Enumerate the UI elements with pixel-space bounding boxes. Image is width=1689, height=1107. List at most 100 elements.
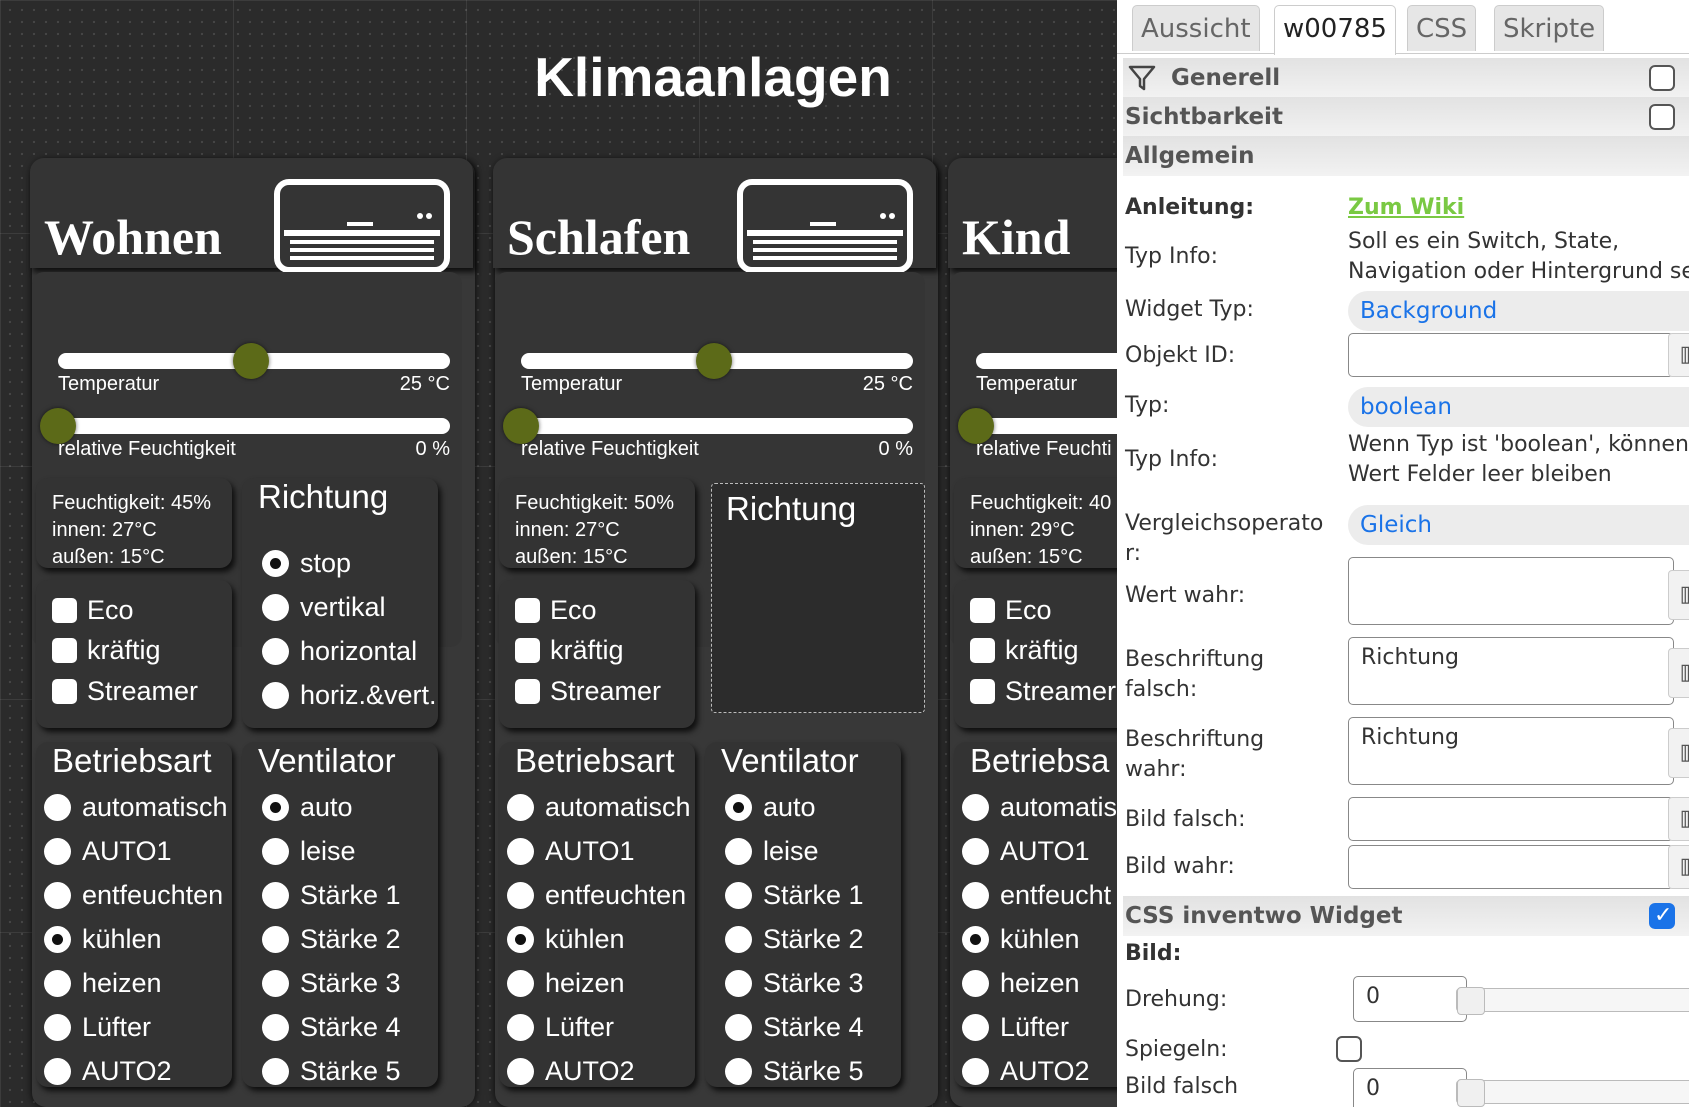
direction-option[interactable]: vertikal: [262, 590, 386, 624]
temperature-slider[interactable]: [976, 353, 1117, 369]
mode-option[interactable]: automatisch: [507, 790, 691, 824]
mode-option[interactable]: heizen: [507, 966, 625, 1000]
wert-wahr-input[interactable]: [1348, 557, 1674, 625]
mode-option[interactable]: entfeuchten: [507, 878, 686, 912]
beschr-wahr-input[interactable]: Richtung: [1348, 717, 1674, 785]
typ-select[interactable]: boolean: [1348, 387, 1689, 427]
mode-option[interactable]: automatis: [962, 790, 1117, 824]
climate-info: Feuchtigkeit: 50% innen: 27°C außen: 15°…: [515, 490, 674, 571]
group-sichtbarkeit-checkbox[interactable]: [1649, 104, 1675, 130]
eco-checkbox[interactable]: Eco: [49, 593, 134, 627]
wiki-link[interactable]: Zum Wiki: [1348, 193, 1464, 223]
tab-aussicht[interactable]: Aussicht: [1132, 5, 1260, 51]
mode-option[interactable]: AUTO1: [962, 834, 1090, 868]
streamer-checkbox[interactable]: Streamer: [967, 674, 1116, 708]
fan-option[interactable]: Stärke 1: [262, 878, 401, 912]
mode-option[interactable]: automatisch: [44, 790, 228, 824]
fan-option[interactable]: Stärke 4: [725, 1010, 864, 1044]
filter-icon[interactable]: [1127, 63, 1157, 93]
humidity-slider[interactable]: [503, 408, 913, 444]
fan-option[interactable]: Stärke 2: [725, 922, 864, 956]
beschr-falsch-label-2: falsch:: [1125, 677, 1198, 702]
fan-option[interactable]: leise: [725, 834, 819, 868]
object-id-browse-button[interactable]: ▥: [1668, 333, 1689, 377]
temperature-slider[interactable]: [521, 343, 913, 379]
eco-checkbox[interactable]: Eco: [967, 593, 1052, 627]
beschr-falsch-input[interactable]: Richtung: [1348, 637, 1674, 705]
mode-option[interactable]: AUTO2: [507, 1054, 635, 1088]
streamer-checkbox[interactable]: Streamer: [512, 674, 661, 708]
mode-title: Betriebsa: [970, 742, 1110, 779]
group-css-widget-checkbox[interactable]: [1649, 896, 1675, 936]
group-allgemein[interactable]: Allgemein: [1123, 136, 1689, 176]
editor-canvas[interactable]: Klimaanlagen Wohnen Temperatur 25 °C rel…: [0, 0, 1117, 1107]
bild-falsch2-input[interactable]: 0: [1353, 1068, 1467, 1107]
mode-option[interactable]: kühlen: [44, 922, 162, 956]
mode-option[interactable]: AUTO2: [962, 1054, 1090, 1088]
bild-wahr-input[interactable]: [1348, 845, 1674, 889]
drehung-slider-handle[interactable]: [1457, 987, 1485, 1015]
fan-option[interactable]: Stärke 5: [262, 1054, 401, 1088]
spiegeln-checkbox[interactable]: [1336, 1036, 1362, 1062]
bild-falsch2-slider-handle[interactable]: [1457, 1079, 1485, 1107]
fan-option[interactable]: Stärke 3: [725, 966, 864, 1000]
info-humidity: Feuchtigkeit: 50%: [515, 492, 674, 514]
mode-option[interactable]: entfeuchten: [44, 878, 223, 912]
mode-option[interactable]: AUTO1: [44, 834, 172, 868]
mode-option[interactable]: kühlen: [507, 922, 625, 956]
powerful-checkbox[interactable]: kräftig: [49, 633, 161, 667]
streamer-checkbox[interactable]: Streamer: [49, 674, 198, 708]
bild-wahr-browse-button[interactable]: ▥: [1668, 845, 1689, 889]
tab-skripte[interactable]: Skripte: [1494, 5, 1605, 51]
temperature-slider[interactable]: [58, 343, 450, 379]
mode-option[interactable]: AUTO2: [44, 1054, 172, 1088]
group-css-widget[interactable]: CSS inventwo Widget: [1123, 896, 1689, 936]
mode-option[interactable]: heizen: [44, 966, 162, 1000]
object-id-input[interactable]: [1348, 333, 1674, 377]
temperature-slider-handle[interactable]: [695, 343, 732, 379]
drehung-input[interactable]: 0: [1353, 976, 1467, 1022]
mode-option[interactable]: Lüfter: [44, 1010, 151, 1044]
fan-option[interactable]: Stärke 3: [262, 966, 401, 1000]
selected-direction-widget[interactable]: Richtung: [711, 483, 925, 713]
bild-falsch2-slider[interactable]: [1456, 1079, 1689, 1107]
bild-falsch-input[interactable]: [1348, 797, 1674, 841]
beschr-falsch-edit-button[interactable]: ▥: [1668, 648, 1689, 698]
beschr-wahr-edit-button[interactable]: ▥: [1668, 728, 1689, 778]
eco-checkbox[interactable]: Eco: [512, 593, 597, 627]
tab-w00785[interactable]: w00785: [1274, 5, 1396, 55]
direction-option[interactable]: horizontal: [262, 634, 417, 668]
fan-option[interactable]: Stärke 1: [725, 878, 864, 912]
group-generell[interactable]: Generell: [1123, 58, 1689, 98]
humidity-slider[interactable]: [958, 408, 1117, 444]
mode-option[interactable]: heizen: [962, 966, 1080, 1000]
humidity-slider[interactable]: [40, 408, 450, 444]
mode-option[interactable]: AUTO1: [507, 834, 635, 868]
mode-option[interactable]: kühlen: [962, 922, 1080, 956]
direction-option[interactable]: stop: [262, 546, 351, 580]
fan-option[interactable]: auto: [262, 790, 353, 824]
direction-option[interactable]: horiz.&vert.: [262, 678, 437, 712]
humidity-label: relative Feuchtigkeit: [58, 438, 236, 460]
fan-option[interactable]: leise: [262, 834, 356, 868]
group-generell-checkbox[interactable]: [1649, 65, 1675, 91]
vergleich-select[interactable]: Gleich: [1348, 505, 1689, 545]
temperature-slider-handle[interactable]: [232, 343, 269, 379]
fan-option[interactable]: Stärke 5: [725, 1054, 864, 1088]
tab-css[interactable]: CSS: [1407, 5, 1477, 51]
mode-option[interactable]: Lüfter: [507, 1010, 614, 1044]
info-outside-temp: außen: 15°C: [52, 546, 165, 568]
powerful-checkbox[interactable]: kräftig: [967, 633, 1079, 667]
fan-option[interactable]: Stärke 2: [262, 922, 401, 956]
group-sichtbarkeit[interactable]: Sichtbarkeit: [1123, 97, 1689, 137]
mode-option[interactable]: Lüfter: [962, 1010, 1069, 1044]
wert-wahr-edit-button[interactable]: ▥: [1668, 570, 1689, 620]
fan-option[interactable]: auto: [725, 790, 816, 824]
bild-falsch-browse-button[interactable]: ▥: [1668, 797, 1689, 841]
fan-option[interactable]: Stärke 4: [262, 1010, 401, 1044]
powerful-checkbox[interactable]: kräftig: [512, 633, 624, 667]
mode-option[interactable]: entfeucht: [962, 878, 1111, 912]
drehung-slider[interactable]: [1456, 987, 1689, 1015]
widget-type-select[interactable]: Background: [1348, 291, 1689, 331]
wiki-link-text[interactable]: Zum Wiki: [1348, 195, 1464, 220]
